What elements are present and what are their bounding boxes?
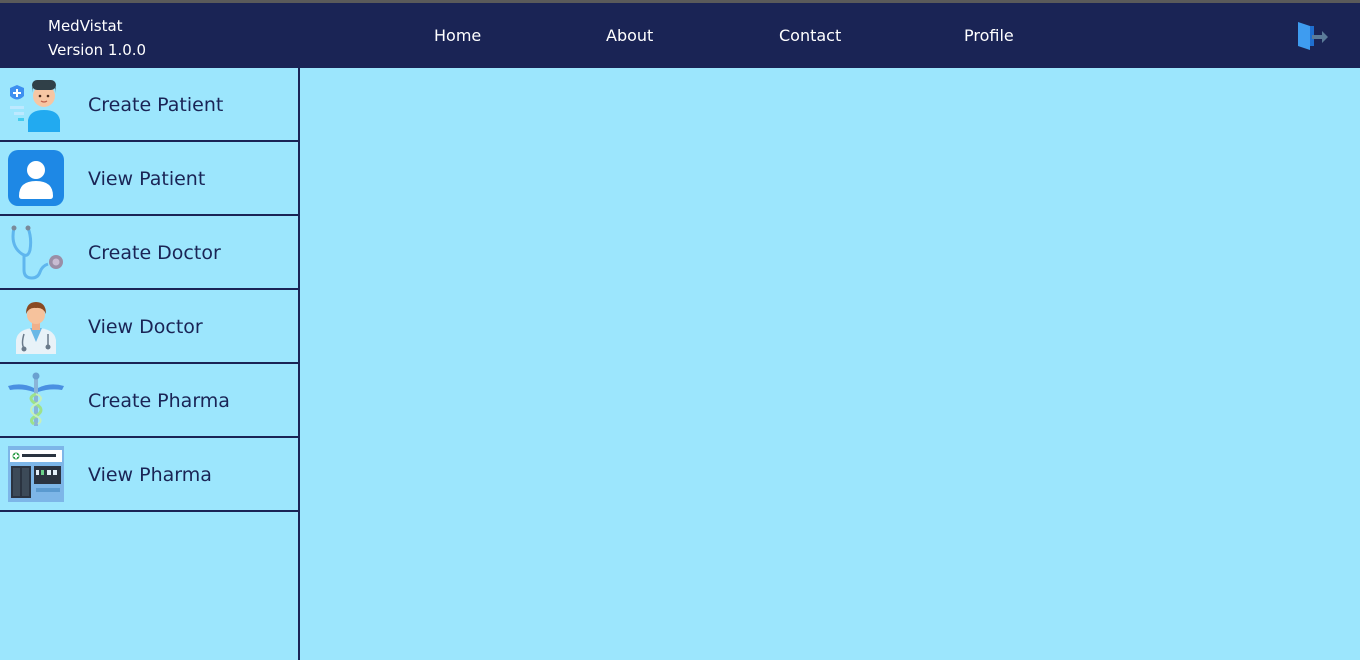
nav-link-home[interactable]: Home (434, 25, 481, 47)
sidebar-item-label: Create Doctor (88, 242, 221, 264)
nav-link-about[interactable]: About (606, 25, 653, 47)
top-navbar: MedVistat Version 1.0.0 Home About Conta… (0, 3, 1360, 68)
nav-link-contact[interactable]: Contact (779, 25, 841, 47)
caduceus-icon (8, 372, 64, 426)
sidebar-item-create-doctor[interactable]: Create Doctor (0, 216, 298, 290)
sidebar: Create Patient View Patient Create Docto… (0, 68, 300, 660)
brand: MedVistat Version 1.0.0 (48, 14, 146, 62)
doctor-icon (16, 302, 56, 354)
sidebar-item-label: View Pharma (88, 464, 212, 486)
sidebar-item-label: View Doctor (88, 316, 203, 338)
sidebar-item-create-patient[interactable]: Create Patient (0, 68, 298, 142)
sidebar-item-create-pharma[interactable]: Create Pharma (0, 364, 298, 438)
sidebar-item-label: Create Patient (88, 94, 224, 116)
main-content-area (300, 68, 1360, 660)
app-name: MedVistat (48, 17, 123, 35)
user-profile-icon (8, 150, 64, 206)
app-version: Version 1.0.0 (48, 41, 147, 59)
sidebar-item-label: Create Pharma (88, 390, 230, 412)
pharmacy-store-icon (8, 446, 64, 502)
sidebar-item-view-pharma[interactable]: View Pharma (0, 438, 298, 512)
patient-avatar-icon (10, 80, 60, 132)
nav-link-profile[interactable]: Profile (964, 25, 1014, 47)
sidebar-item-label: View Patient (88, 168, 206, 190)
sidebar-item-view-doctor[interactable]: View Doctor (0, 290, 298, 364)
logout-icon (1298, 22, 1328, 50)
logout-button[interactable] (1296, 20, 1330, 52)
sidebar-item-view-patient[interactable]: View Patient (0, 142, 298, 216)
stethoscope-icon (11, 225, 63, 280)
